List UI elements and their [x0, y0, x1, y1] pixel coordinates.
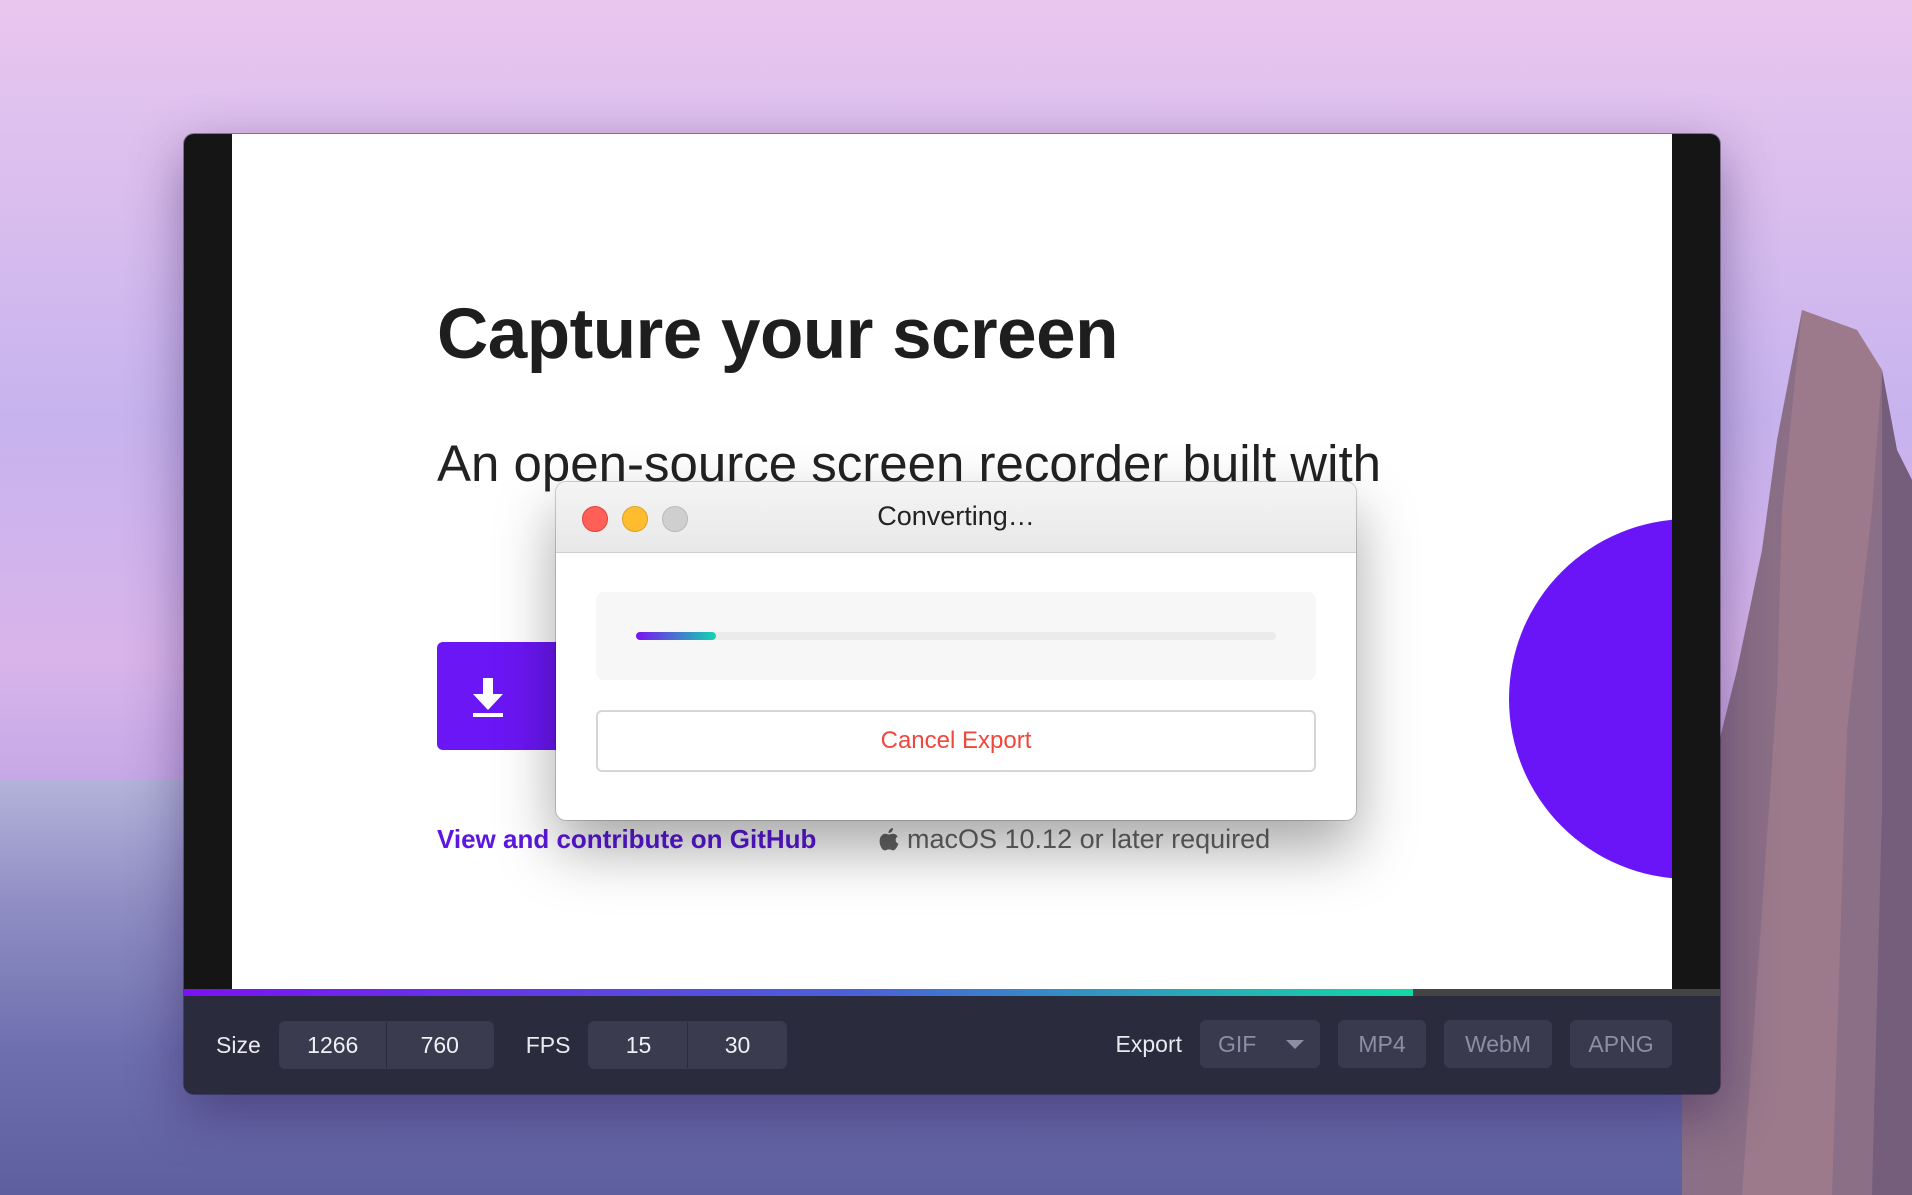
gif-export-button[interactable]: GIF [1200, 1020, 1320, 1068]
apple-icon [879, 827, 899, 850]
dialog-titlebar: Converting… [556, 482, 1356, 553]
fps-option-30[interactable]: 30 [687, 1022, 787, 1068]
size-label: Size [216, 1031, 261, 1058]
decorative-circle [1509, 519, 1672, 879]
fps-label: FPS [525, 1031, 571, 1058]
dropdown-caret-icon[interactable] [1286, 1039, 1304, 1049]
gif-label: GIF [1218, 1030, 1257, 1057]
preview-heading: Capture your screen [437, 295, 1119, 374]
export-toolbar: Size 1266 760 FPS 15 30 Export GIF MP4 W… [184, 996, 1720, 1094]
requirement-text: macOS 10.12 or later required [907, 824, 1271, 854]
export-label: Export [1115, 1030, 1182, 1057]
cancel-export-button[interactable]: Cancel Export [596, 710, 1316, 772]
width-input[interactable]: 1266 [279, 1022, 386, 1068]
fps-option-15[interactable]: 15 [589, 1022, 688, 1068]
dialog-title: Converting… [877, 501, 1035, 531]
mp4-export-button[interactable]: MP4 [1338, 1020, 1426, 1068]
converting-dialog: Converting… Cancel Export [556, 482, 1356, 820]
webm-export-button[interactable]: WebM [1444, 1020, 1552, 1068]
export-group: Export GIF MP4 WebM APNG [1116, 1020, 1672, 1068]
height-input[interactable]: 760 [385, 1022, 493, 1068]
requirement-note: macOS 10.12 or later required [879, 824, 1270, 855]
progress-track [636, 632, 1276, 640]
timeline-progress [184, 989, 1413, 996]
size-inputs: 1266 760 [278, 1021, 494, 1069]
progress-panel [596, 592, 1316, 680]
progress-fill [636, 632, 716, 640]
download-icon [473, 678, 503, 717]
fps-selector: 15 30 [588, 1021, 788, 1069]
apng-export-button[interactable]: APNG [1570, 1020, 1672, 1068]
github-link: View and contribute on GitHub [437, 824, 817, 854]
